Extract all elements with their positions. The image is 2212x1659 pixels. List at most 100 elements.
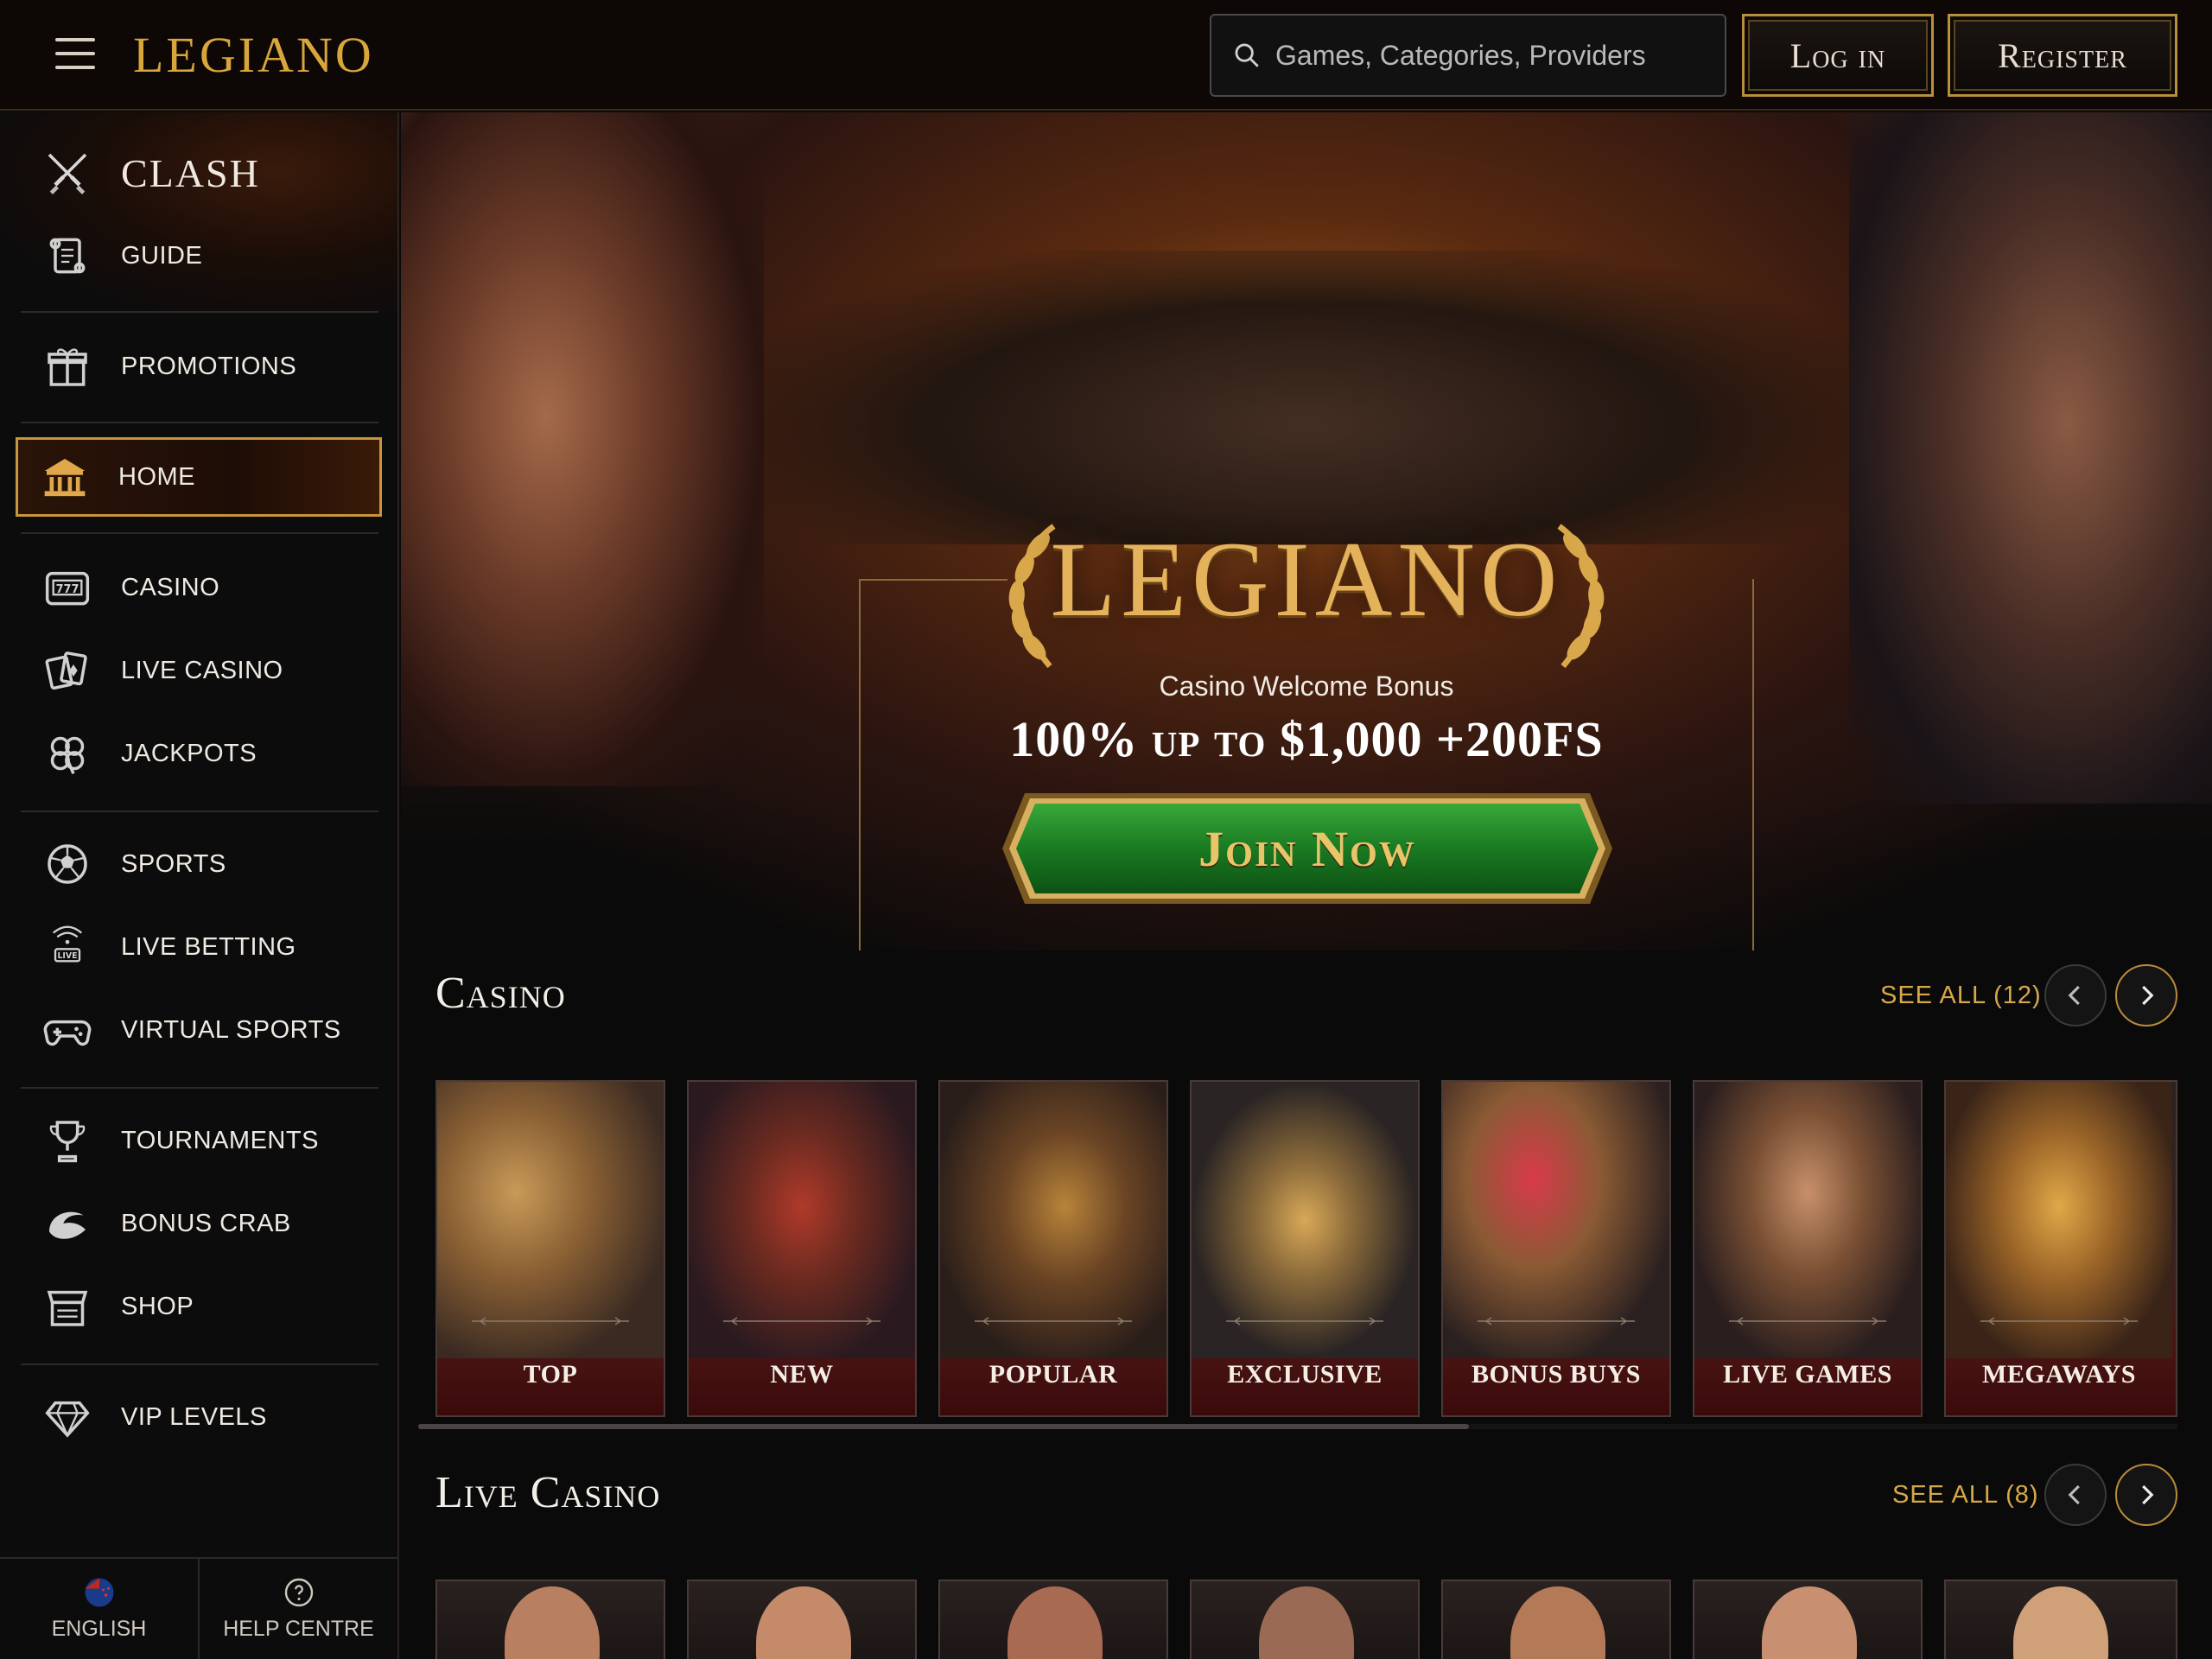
live-game-card[interactable] [687, 1580, 917, 1659]
live-game-card[interactable] [938, 1580, 1168, 1659]
sidebar-item-casino[interactable]: 777 CASINO [21, 553, 380, 622]
live-game-card[interactable] [1693, 1580, 1923, 1659]
hero-logo: LEGIANO [1050, 520, 1563, 639]
sidebar-item-label: TOURNAMENTS [121, 1126, 319, 1154]
divider [21, 532, 378, 534]
hero-bonus-text: 100% up to $1,000 +200FS [1009, 711, 1604, 767]
ornament-icon [975, 1317, 1132, 1325]
hero-subtitle: Casino Welcome Bonus [1159, 671, 1454, 702]
temple-icon [37, 449, 92, 505]
gamepad-icon [40, 1002, 95, 1058]
ornament-icon [723, 1317, 880, 1325]
category-card-popular[interactable]: POPULAR [938, 1080, 1168, 1417]
dealer-photo [1762, 1586, 1857, 1659]
sidebar-item-shop[interactable]: SHOP [21, 1272, 380, 1341]
menu-icon[interactable] [55, 38, 95, 69]
live-broadcast-icon: LIVE [40, 919, 95, 975]
casino-prev-button[interactable] [2044, 964, 2107, 1027]
sidebar-item-home[interactable]: HOME [16, 437, 382, 517]
ornament-icon [1729, 1317, 1886, 1325]
sidebar-item-tournaments[interactable]: TOURNAMENTS [21, 1106, 380, 1175]
casino-next-button[interactable] [2115, 964, 2177, 1027]
ornament-icon [472, 1317, 629, 1325]
sidebar-item-vip-levels[interactable]: VIP LEVELS [21, 1382, 380, 1452]
sidebar-item-bonus-crab[interactable]: BONUS CRAB [21, 1189, 380, 1258]
hero-art-left [401, 112, 764, 786]
flag-icon [85, 1578, 113, 1606]
site-logo[interactable]: LEGIANO [133, 26, 374, 84]
help-icon [284, 1578, 313, 1606]
chevron-right-icon [2142, 1484, 2154, 1505]
divider [21, 810, 378, 812]
chevron-left-icon [2068, 985, 2080, 1006]
sidebar-item-jackpots[interactable]: JACKPOTS [21, 719, 380, 788]
sidebar-item-label: VIP LEVELS [121, 1402, 267, 1431]
card-label: EXCLUSIVE [1227, 1360, 1382, 1389]
clover-icon [40, 726, 95, 781]
live-game-card[interactable] [1944, 1580, 2177, 1659]
hero-art-right [1849, 112, 2212, 804]
join-now-button[interactable]: Join Now [999, 790, 1616, 907]
sidebar-item-label: SHOP [121, 1292, 194, 1320]
sidebar-item-label: CASINO [121, 573, 220, 601]
search-input[interactable] [1275, 39, 1707, 72]
sidebar-item-live-casino[interactable]: LIVE CASINO [21, 636, 380, 705]
ornament-icon [1226, 1317, 1383, 1325]
register-button[interactable]: Register [1948, 14, 2177, 97]
login-button[interactable]: Log in [1742, 14, 1934, 97]
divider [21, 1087, 378, 1089]
gift-icon [40, 339, 95, 394]
live-game-card[interactable] [435, 1580, 665, 1659]
category-card-megaways[interactable]: MEGAWAYS [1944, 1080, 2177, 1417]
sidebar-item-sports[interactable]: SPORTS [21, 830, 380, 899]
live-casino-next-button[interactable] [2115, 1464, 2177, 1526]
category-card-new[interactable]: NEW [687, 1080, 917, 1417]
search-box[interactable] [1210, 14, 1726, 97]
hero-banner: LEGIANO Casino Welcome Bonus 100% up to … [401, 112, 2212, 950]
trophy-icon [40, 1113, 95, 1168]
live-casino-see-all-link[interactable]: SEE ALL (8) [1892, 1481, 2039, 1510]
casino-section-title: Casino [435, 969, 566, 1018]
playing-cards-icon [40, 643, 95, 698]
sidebar-item-label: VIRTUAL SPORTS [121, 1015, 341, 1044]
sidebar-item-label: HOME [118, 462, 195, 491]
sidebar-item-promotions[interactable]: PROMOTIONS [21, 332, 380, 401]
category-card-exclusive[interactable]: EXCLUSIVE [1190, 1080, 1420, 1417]
ornament-icon [1980, 1317, 2138, 1325]
svg-text:777: 777 [56, 583, 79, 596]
sidebar-item-clash[interactable]: CLASH [21, 138, 380, 207]
live-casino-section-title: Live Casino [435, 1468, 661, 1517]
live-game-card[interactable] [1441, 1580, 1671, 1659]
ornament-icon [1478, 1317, 1635, 1325]
carousel-scrollbar-thumb[interactable] [418, 1424, 1469, 1429]
diamond-icon [40, 1389, 95, 1445]
language-label: ENGLISH [51, 1616, 147, 1641]
category-card-live-games[interactable]: LIVE GAMES [1693, 1080, 1923, 1417]
live-game-card[interactable] [1190, 1580, 1420, 1659]
hero-art-battle [764, 251, 1849, 544]
category-card-top[interactable]: TOP [435, 1080, 665, 1417]
language-selector[interactable]: ENGLISH [0, 1559, 198, 1659]
card-label: POPULAR [988, 1360, 1118, 1389]
sidebar-item-label: BONUS CRAB [121, 1209, 291, 1237]
dealer-photo [1007, 1586, 1103, 1659]
top-header: LEGIANO Log in Register [0, 0, 2212, 111]
dealer-photo [1259, 1586, 1354, 1659]
slot-machine-icon: 777 [40, 560, 95, 615]
soccer-ball-icon [40, 836, 95, 892]
dealer-photo [505, 1586, 600, 1659]
sidebar-item-live-betting[interactable]: LIVE LIVE BETTING [21, 912, 380, 982]
help-centre-link[interactable]: HELP CENTRE [198, 1559, 397, 1659]
divider [21, 1363, 378, 1365]
shop-icon [40, 1279, 95, 1334]
sidebar-item-guide[interactable]: GUIDE [21, 221, 380, 290]
sidebar-item-virtual-sports[interactable]: VIRTUAL SPORTS [21, 995, 380, 1065]
card-label: NEW [770, 1360, 834, 1389]
sidebar-item-label: SPORTS [121, 849, 226, 878]
scroll-icon [40, 228, 95, 283]
dealer-photo [1510, 1586, 1605, 1659]
dealer-photo [2013, 1586, 2108, 1659]
live-casino-prev-button[interactable] [2044, 1464, 2107, 1526]
casino-see-all-link[interactable]: SEE ALL (12) [1880, 982, 2042, 1010]
category-card-bonus-buys[interactable]: BONUS BUYS [1441, 1080, 1671, 1417]
